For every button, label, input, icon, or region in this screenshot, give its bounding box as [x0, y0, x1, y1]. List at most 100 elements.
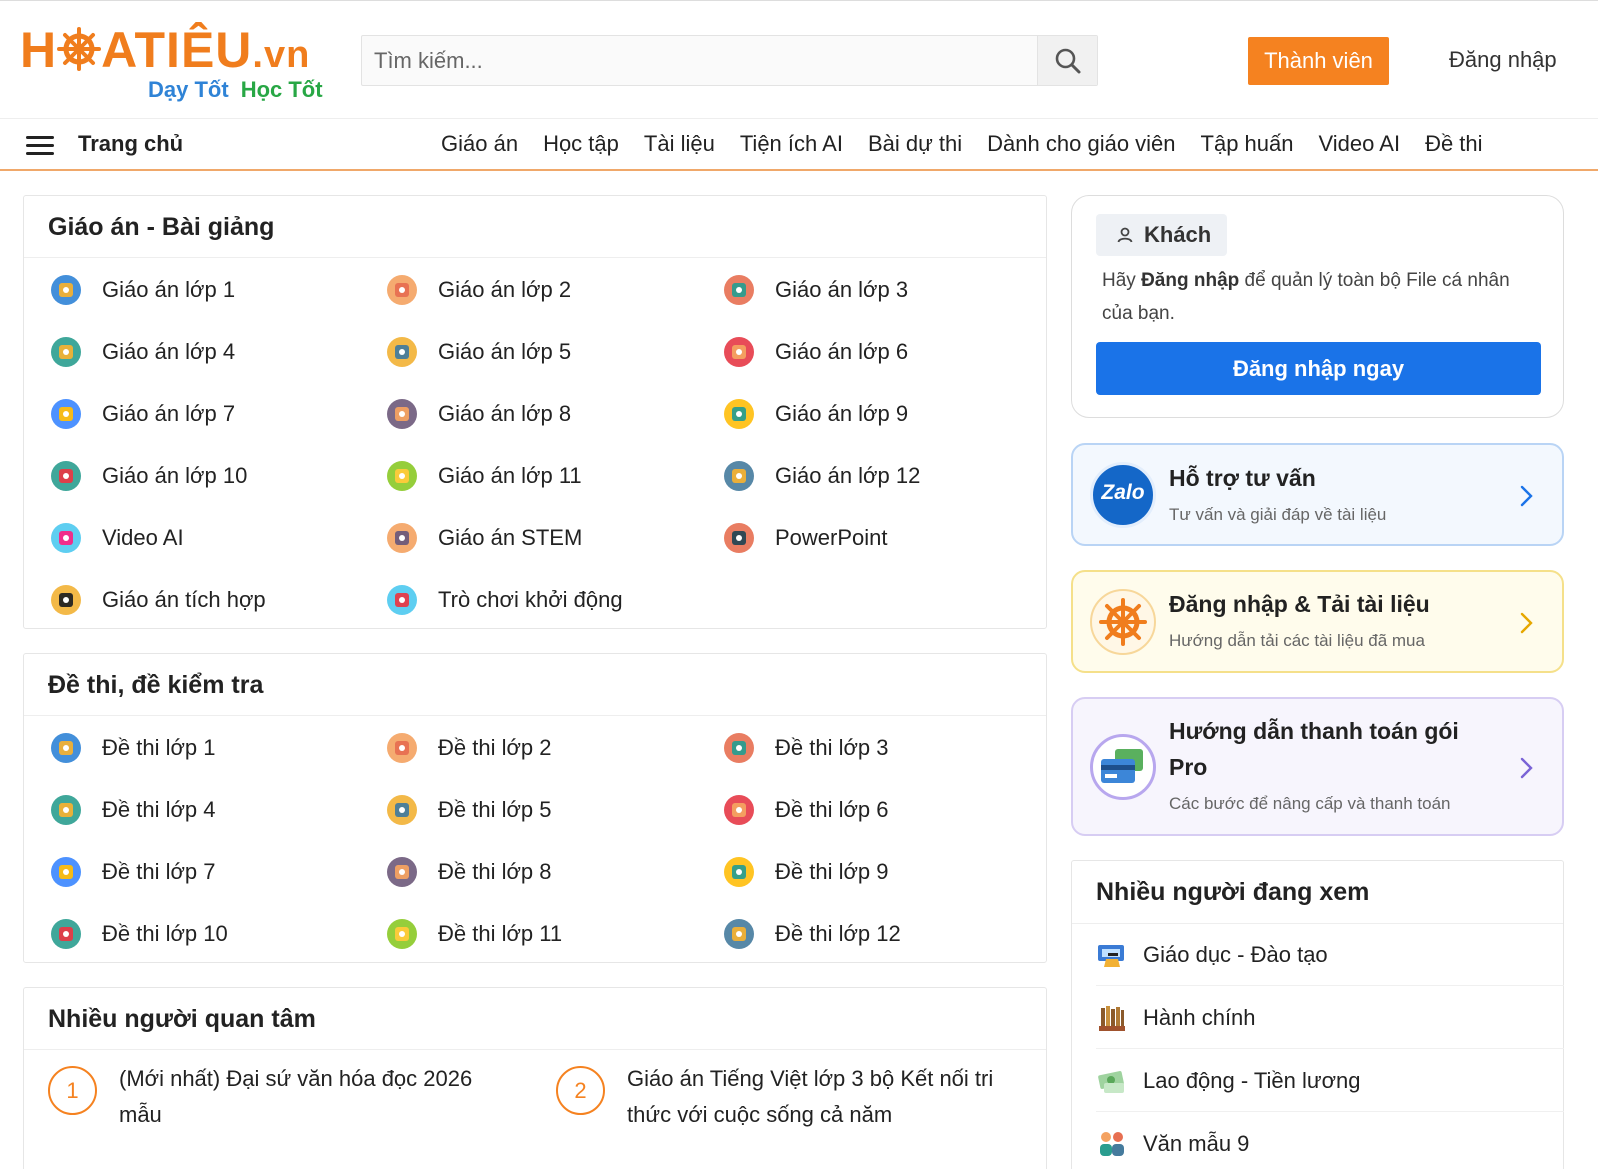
- teacher-face-icon: [387, 857, 417, 887]
- grid-item[interactable]: Đề thi lớp 12: [721, 914, 901, 954]
- grid-item[interactable]: Đề thi lớp 10: [48, 914, 228, 954]
- search-input[interactable]: [362, 36, 1038, 85]
- students-group-icon: [387, 461, 417, 491]
- nav-item[interactable]: Giáo án: [441, 131, 518, 157]
- chevron-right-icon: [1520, 757, 1533, 779]
- grid-item-label: Giáo án lớp 9: [775, 401, 909, 426]
- grid-item-label: Giáo án lớp 11: [438, 463, 582, 488]
- nav-items: Giáo án Học tập Tài liệu Tiện ích AI Bài…: [441, 131, 1508, 157]
- student-girl-icon: [387, 399, 417, 429]
- grid-item-label: Đề thi lớp 12: [775, 921, 901, 946]
- lesson-plans-title: Giáo án - Bài giảng: [24, 196, 1046, 258]
- login-now-button[interactable]: Đăng nhập ngay: [1096, 342, 1541, 395]
- support-subtitle: Tư vấn và giải đáp về tài liệu: [1169, 505, 1387, 524]
- site-logo[interactable]: H ATIÊU.vn Dạy Tốt Học Tốt: [20, 14, 323, 109]
- grid-item[interactable]: Giáo án lớp 10: [48, 456, 247, 496]
- support-zalo-card[interactable]: Zalo Hỗ trợ tư vấn Tư vấn và giải đáp về…: [1071, 443, 1564, 546]
- grid-item-label: Đề thi lớp 6: [775, 797, 889, 822]
- support-payment-card[interactable]: Hướng dẫn thanh toán gói Pro Các bước để…: [1071, 697, 1564, 836]
- guest-panel: Khách Hãy Đăng nhập để quản lý toàn bộ F…: [1071, 195, 1564, 418]
- grid-item[interactable]: Giáo án lớp 4: [48, 332, 235, 372]
- students-icon: [1100, 1132, 1124, 1156]
- grid-item[interactable]: Đề thi lớp 5: [384, 790, 551, 830]
- guest-badge: Khách: [1096, 214, 1228, 256]
- grid-item[interactable]: Giáo án lớp 3: [721, 270, 908, 310]
- grid-item[interactable]: Giáo án lớp 2: [384, 270, 571, 310]
- nav-item[interactable]: Tiện ích AI: [740, 131, 843, 157]
- logo-wordmark: H ATIÊU.vn: [20, 22, 311, 78]
- chevron-right-icon: [1520, 612, 1533, 634]
- grid-item-label: PowerPoint: [775, 525, 888, 550]
- grid-item[interactable]: PowerPoint: [721, 518, 888, 558]
- diploma-icon: [51, 857, 81, 887]
- nav-item[interactable]: Học tập: [543, 131, 619, 157]
- nav-item[interactable]: Dành cho giáo viên: [987, 131, 1175, 157]
- trending-card: Nhiều người đang xem Giáo dục - Đào tạo …: [1071, 860, 1564, 1169]
- puzzle-icon: [387, 585, 417, 615]
- teacher-stem-icon: [387, 523, 417, 553]
- grid-item[interactable]: Đề thi lớp 9: [721, 852, 888, 892]
- grid-item-label: Đề thi lớp 10: [102, 921, 228, 946]
- clipboard-heart-icon: [387, 275, 417, 305]
- grid-item[interactable]: Giáo án lớp 6: [721, 332, 908, 372]
- globe-cap-icon: [51, 337, 81, 367]
- teacher-board-icon: [724, 337, 754, 367]
- trending-item[interactable]: Hành chính: [1096, 987, 1564, 1049]
- grid-item[interactable]: Trò chơi khởi động: [384, 580, 623, 620]
- grid-item-label: Giáo án tích hợp: [102, 587, 266, 612]
- grid-item-label: Giáo án lớp 3: [775, 277, 909, 302]
- grid-item-label: Video AI: [102, 525, 184, 550]
- grid-item[interactable]: Đề thi lớp 4: [48, 790, 215, 830]
- support-title: Đăng nhập & Tải tài liệu: [1169, 591, 1430, 617]
- grid-item-label: Giáo án lớp 10: [102, 463, 248, 488]
- menu-icon[interactable]: [26, 136, 54, 156]
- nav-home[interactable]: Trang chủ: [78, 131, 183, 157]
- nav-item[interactable]: Bài dự thi: [868, 131, 962, 157]
- grid-item[interactable]: Giáo án STEM: [384, 518, 582, 558]
- popular-text[interactable]: Giáo án Tiếng Việt lớp 3 bộ Kết nối tri …: [627, 1061, 1036, 1133]
- popular-item[interactable]: 2 Giáo án Tiếng Việt lớp 3 bộ Kết nối tr…: [556, 1066, 1036, 1133]
- grid-item[interactable]: Đề thi lớp 3: [721, 728, 888, 768]
- grid-item[interactable]: Giáo án tích hợp: [48, 580, 266, 620]
- grid-item[interactable]: Đề thi lớp 7: [48, 852, 215, 892]
- logo-tagline: Dạy Tốt Học Tốt: [148, 77, 323, 102]
- support-subtitle: Hướng dẫn tải các tài liệu đã mua: [1169, 631, 1425, 650]
- grid-item[interactable]: Giáo án lớp 8: [384, 394, 571, 434]
- search-box: [361, 35, 1098, 86]
- trending-item[interactable]: Giáo dục - Đào tạo: [1096, 924, 1564, 986]
- grid-item-label: Đề thi lớp 2: [438, 735, 552, 760]
- grid-item-label: Giáo án lớp 7: [102, 401, 236, 426]
- grid-item[interactable]: Giáo án lớp 11: [384, 456, 582, 496]
- desktop-icon: [724, 795, 754, 825]
- support-download-card[interactable]: Đăng nhập & Tải tài liệu Hướng dẫn tải c…: [1071, 570, 1564, 673]
- grid-item[interactable]: Đề thi lớp 2: [384, 728, 551, 768]
- trending-item[interactable]: Lao động - Tiền lương: [1096, 1050, 1564, 1112]
- nav-item[interactable]: Video AI: [1319, 131, 1401, 157]
- monitor-search-icon: [387, 919, 417, 949]
- grid-item[interactable]: Đề thi lớp 11: [384, 914, 562, 954]
- grid-item-label: Giáo án lớp 1: [102, 277, 236, 302]
- grid-item[interactable]: Đề thi lớp 6: [721, 790, 888, 830]
- login-link[interactable]: Đăng nhập: [1449, 47, 1557, 73]
- rocket-icon: [724, 857, 754, 887]
- trending-item[interactable]: Văn mẫu 9: [1096, 1113, 1564, 1169]
- grid-item[interactable]: Giáo án lớp 9: [721, 394, 908, 434]
- trending-title: Nhiều người đang xem: [1072, 861, 1563, 924]
- search-button[interactable]: [1037, 36, 1097, 85]
- grid-item[interactable]: Giáo án lớp 5: [384, 332, 571, 372]
- grid-item[interactable]: Video AI: [48, 518, 184, 558]
- grid-item[interactable]: Đề thi lớp 1: [48, 728, 215, 768]
- nav-item[interactable]: Tài liệu: [644, 131, 715, 157]
- grid-item[interactable]: Giáo án lớp 12: [721, 456, 920, 496]
- popular-item[interactable]: 1 (Mới nhất) Đại sứ văn hóa đọc 2026 mẫu: [48, 1066, 518, 1133]
- grid-item[interactable]: Đề thi lớp 8: [384, 852, 551, 892]
- search-icon: [1055, 48, 1080, 73]
- nav-item[interactable]: Tập huấn: [1201, 131, 1294, 157]
- popular-text[interactable]: (Mới nhất) Đại sứ văn hóa đọc 2026 mẫu: [119, 1061, 518, 1133]
- grid-item[interactable]: Giáo án lớp 1: [48, 270, 235, 310]
- nav-item[interactable]: Đề thi: [1425, 131, 1482, 157]
- exam-timer-icon: [51, 733, 81, 763]
- support-title: Hướng dẫn thanh toán gói: [1169, 718, 1459, 744]
- grid-item[interactable]: Giáo án lớp 7: [48, 394, 235, 434]
- member-button[interactable]: Thành viên: [1248, 37, 1389, 85]
